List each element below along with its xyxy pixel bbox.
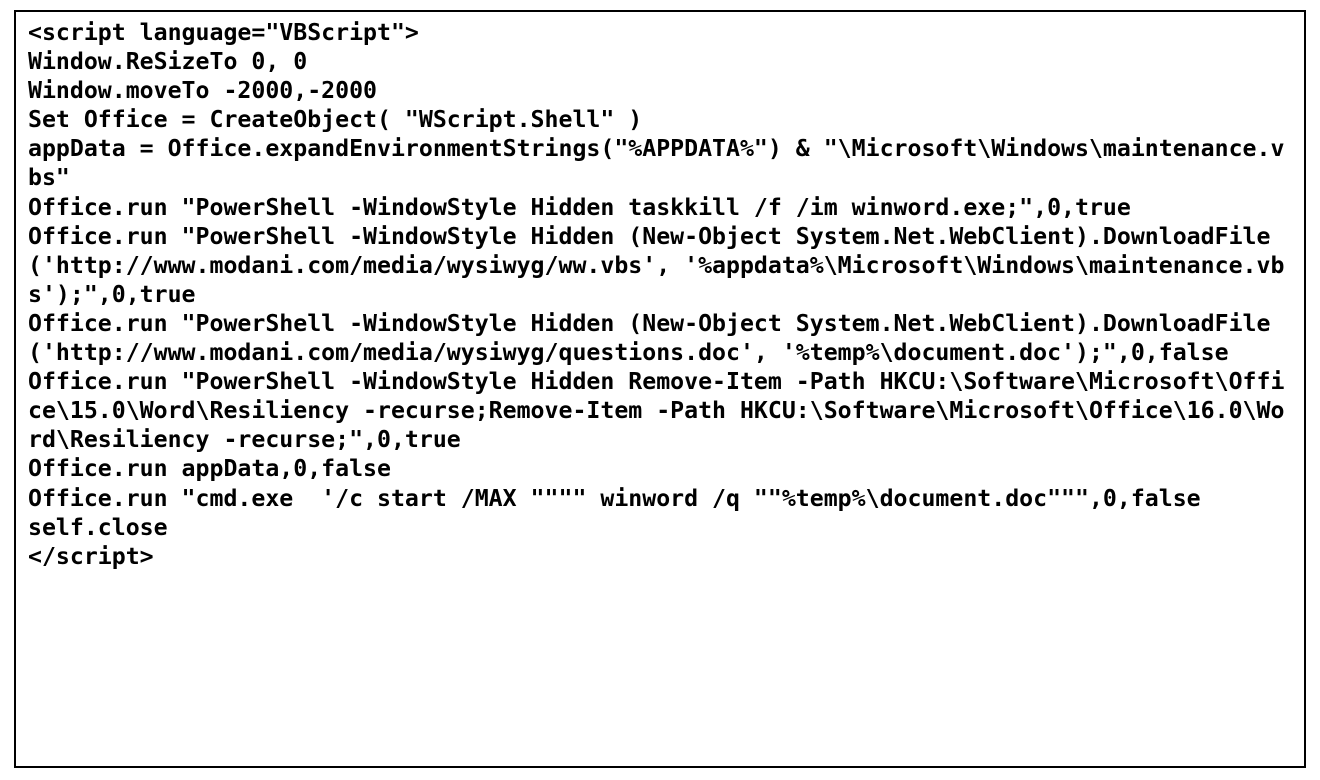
code-box: <script language="VBScript"> Window.ReSi…	[14, 10, 1306, 768]
vbscript-code-block: <script language="VBScript"> Window.ReSi…	[28, 18, 1294, 571]
page: <script language="VBScript"> Window.ReSi…	[0, 0, 1320, 780]
